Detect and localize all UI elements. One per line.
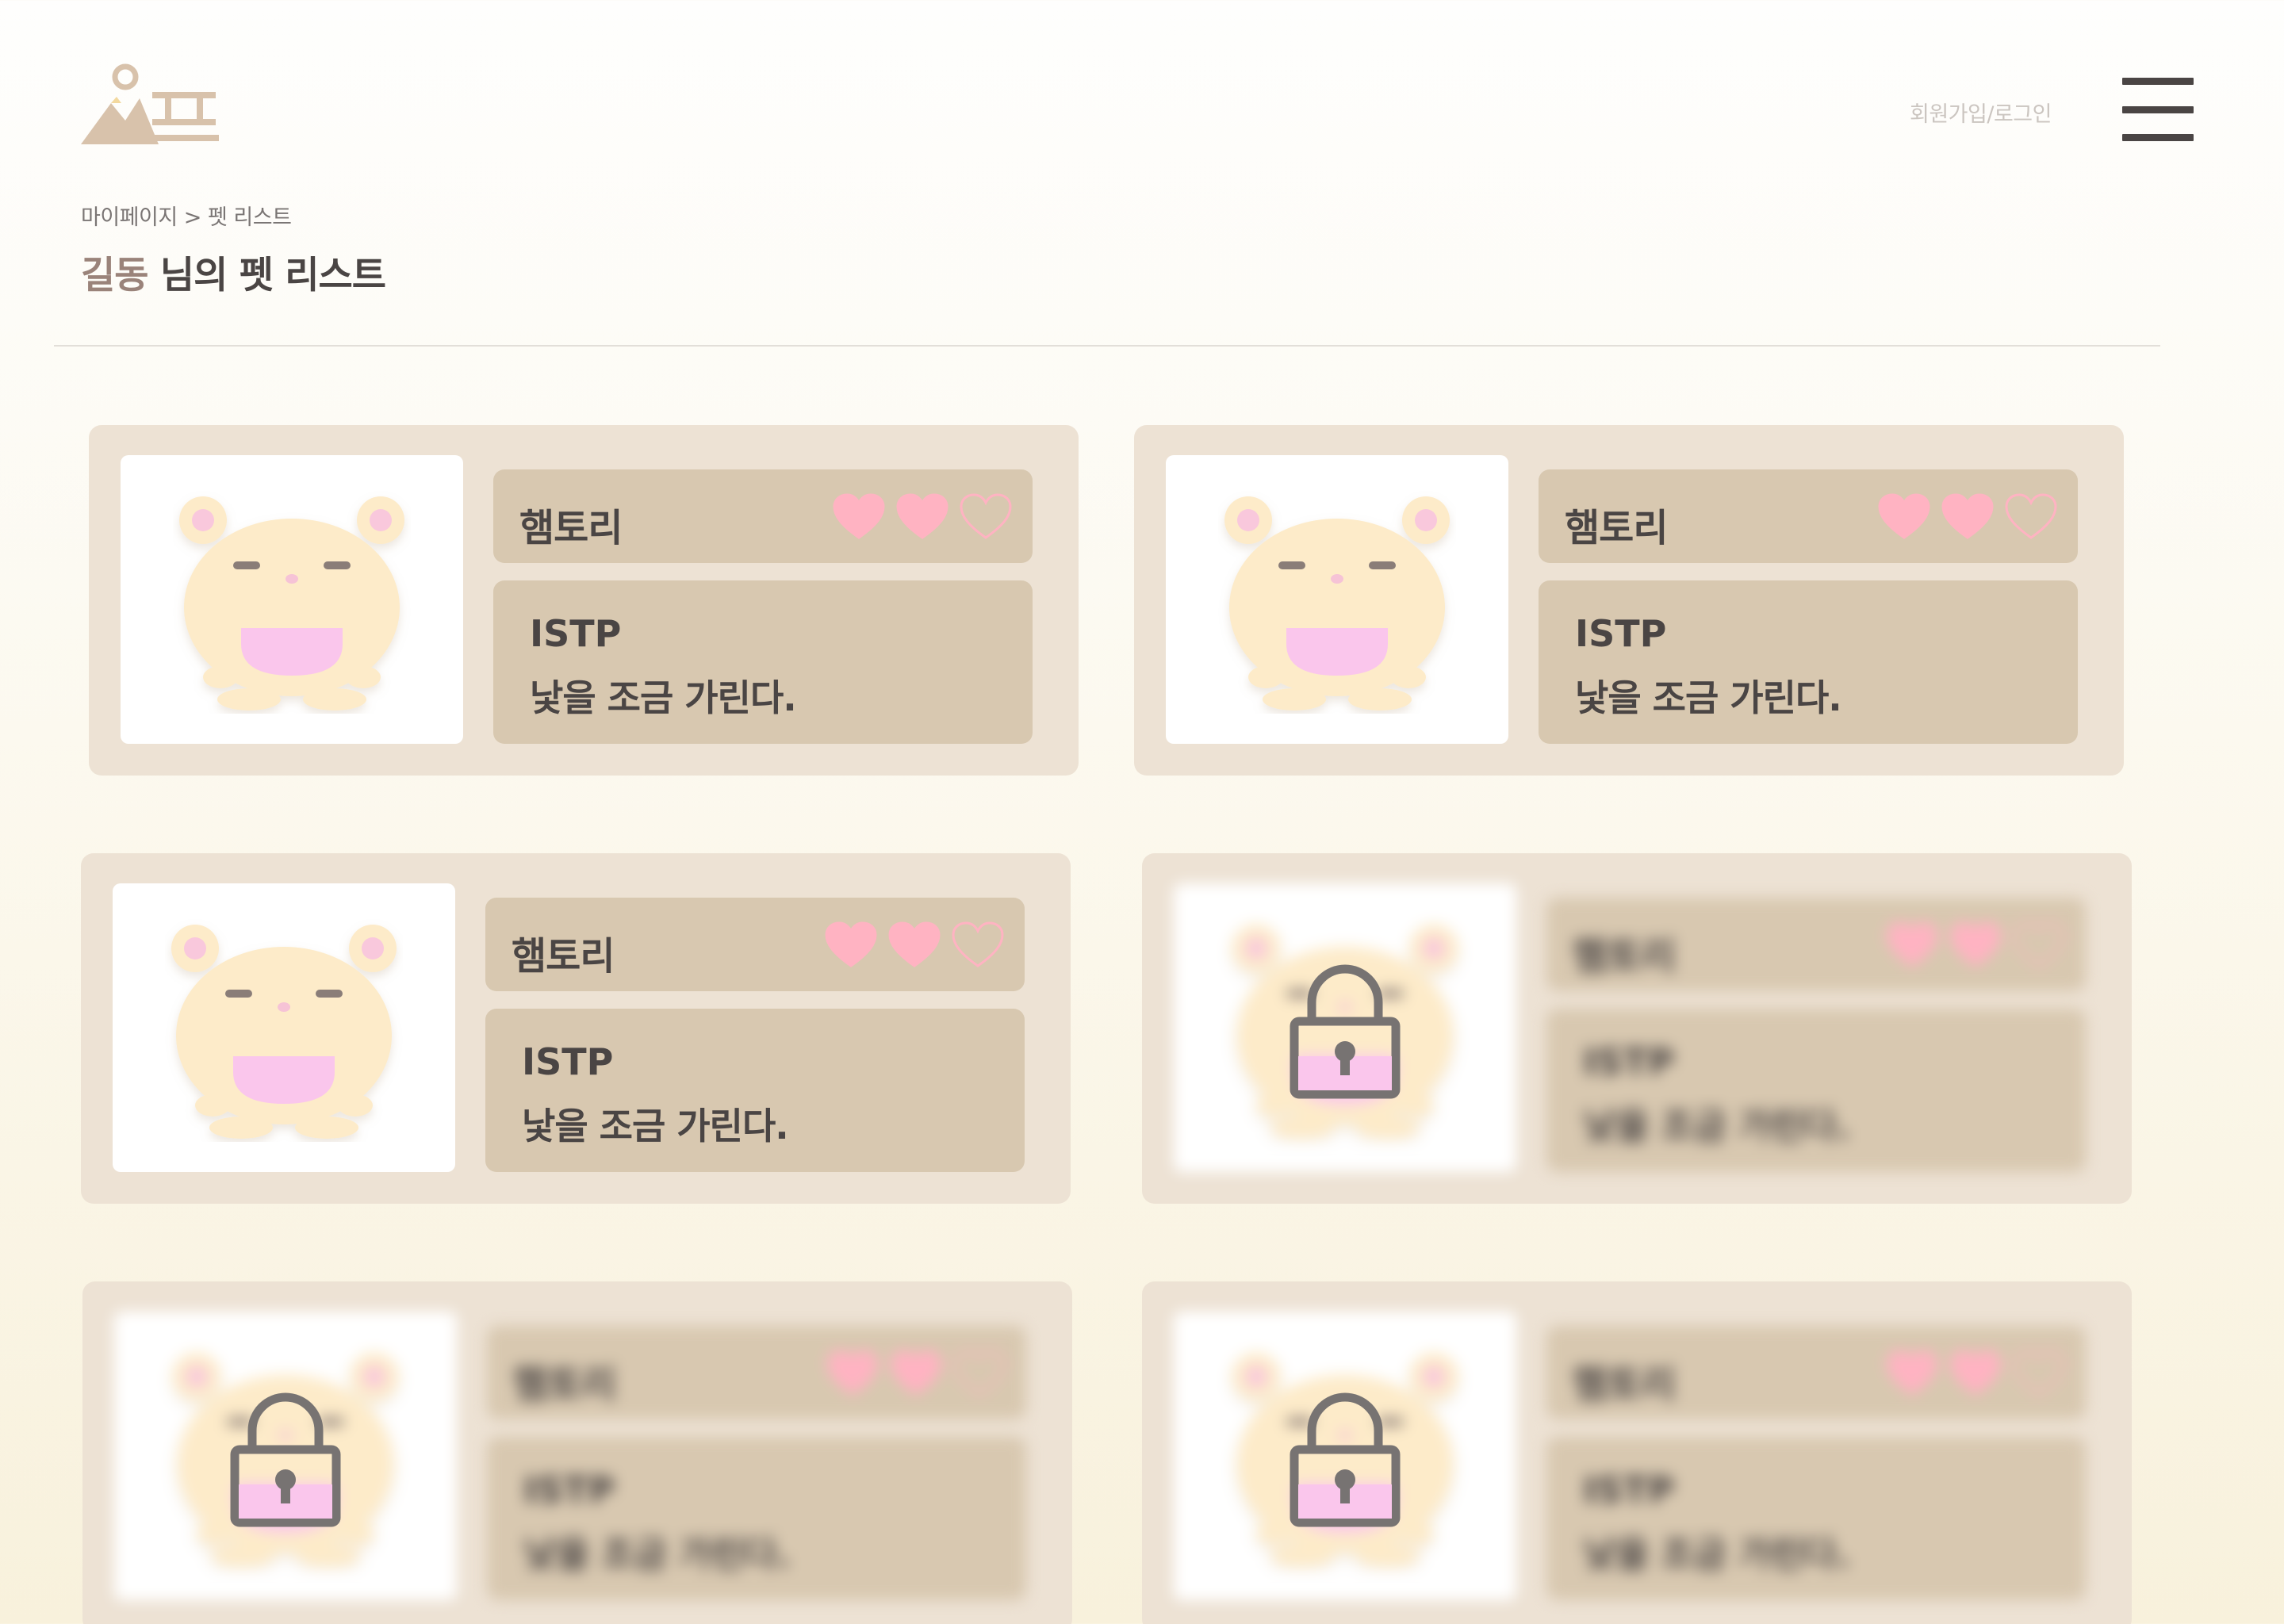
heart-filled-icon	[1941, 493, 1994, 539]
pet-mbti: ISTP	[1583, 1469, 1675, 1511]
pet-description: 낯을 조금 가린다.	[1575, 676, 1842, 719]
pet-name-box: 햄토리	[1539, 469, 2078, 563]
pet-name: 햄토리	[1573, 934, 1676, 979]
hamster-icon	[179, 496, 404, 710]
page-title-suffix: 님의 펫 리스트	[148, 254, 386, 297]
heart-filled-icon	[1886, 1350, 1938, 1396]
heart-filled-icon	[1949, 1350, 2002, 1396]
user-name: 길동	[81, 254, 148, 297]
affection-hearts	[1886, 921, 2068, 969]
heart-filled-icon	[890, 1350, 942, 1396]
heart-filled-icon	[896, 493, 948, 539]
menu-bar	[2122, 134, 2194, 141]
pet-name: 햄토리	[513, 1362, 616, 1407]
hamster-icon	[171, 925, 397, 1139]
pet-description: 낯을 조금 가린다.	[1583, 1533, 1850, 1576]
heart-empty-icon	[2005, 493, 2057, 539]
affection-hearts	[1886, 1350, 2068, 1397]
affection-hearts	[826, 1350, 1009, 1397]
menu-bar	[2122, 78, 2194, 85]
pet-thumbnail	[113, 883, 455, 1172]
heart-filled-icon	[1949, 921, 2002, 967]
heart-empty-icon	[952, 921, 1004, 967]
pet-card-locked[interactable]: 햄토리 ISTP 낯을 조금 가린다.	[1142, 1281, 2132, 1624]
pet-mbti: ISTP	[523, 1469, 615, 1511]
pet-name: 햄토리	[512, 934, 615, 979]
pet-card[interactable]: 햄토리 ISTP 낯을 조금 가린다.	[1134, 425, 2124, 776]
pet-description-box: ISTP 낯을 조금 가린다.	[1546, 1009, 2086, 1172]
heart-filled-icon	[825, 921, 877, 967]
heart-empty-icon	[960, 493, 1012, 539]
pet-name-box: 햄토리	[493, 469, 1033, 563]
pet-thumbnail	[121, 455, 463, 744]
hamburger-menu-icon[interactable]	[2122, 78, 2194, 141]
heart-filled-icon	[1878, 493, 1930, 539]
pet-name-box: 햄토리	[485, 898, 1025, 991]
heart-empty-icon	[2013, 1350, 2065, 1396]
pet-description: 낯을 조금 가린다.	[1583, 1105, 1850, 1147]
menu-bar	[2122, 106, 2194, 113]
heart-empty-icon	[953, 1350, 1006, 1396]
pet-mbti: ISTP	[1583, 1040, 1675, 1083]
breadcrumb: 마이페이지 > 펫 리스트	[81, 205, 292, 230]
pet-description-box: ISTP 낯을 조금 가린다.	[1539, 580, 2078, 744]
pet-mbti: ISTP	[530, 612, 622, 655]
pet-card[interactable]: 햄토리 ISTP 낯을 조금 가린다.	[89, 425, 1079, 776]
pet-card-locked[interactable]: 햄토리 ISTP 낯을 조금 가린다.	[82, 1281, 1072, 1624]
heart-filled-icon	[888, 921, 941, 967]
affection-hearts	[833, 493, 1015, 541]
pet-description-box: ISTP 낯을 조금 가린다.	[493, 580, 1033, 744]
pet-name-box: 햄토리	[487, 1326, 1026, 1419]
pet-description-box: ISTP 낯을 조금 가린다.	[485, 1009, 1025, 1172]
lock-icon	[1290, 1392, 1401, 1527]
pet-name: 햄토리	[1573, 1362, 1676, 1407]
divider	[54, 345, 2160, 347]
heart-filled-icon	[833, 493, 885, 539]
pet-description: 낯을 조금 가린다.	[530, 676, 797, 719]
pet-mbti: ISTP	[522, 1040, 614, 1083]
affection-hearts	[825, 921, 1007, 969]
pet-name-box: 햄토리	[1546, 898, 2086, 991]
pet-description: 낯을 조금 가린다.	[523, 1533, 791, 1576]
pet-description-box: ISTP 낯을 조금 가린다.	[1546, 1437, 2086, 1600]
pet-description-box: ISTP 낯을 조금 가린다.	[487, 1437, 1026, 1600]
heart-filled-icon	[1886, 921, 1938, 967]
lock-icon	[1290, 964, 1401, 1099]
pet-mbti: ISTP	[1575, 612, 1667, 655]
heart-empty-icon	[2013, 921, 2065, 967]
signup-login-link[interactable]: 회원가입/로그인	[1910, 97, 2052, 128]
logo-icon[interactable]	[79, 62, 222, 144]
pet-name: 햄토리	[1565, 506, 1668, 550]
pet-name: 햄토리	[519, 506, 623, 550]
pet-name-box: 햄토리	[1546, 1326, 2086, 1419]
pet-thumbnail	[1166, 455, 1508, 744]
pet-card-locked[interactable]: 햄토리 ISTP 낯을 조금 가린다.	[1142, 853, 2132, 1204]
hamster-icon	[1224, 496, 1450, 710]
affection-hearts	[1878, 493, 2060, 541]
page-title: 길동 님의 펫 리스트	[81, 244, 386, 299]
pet-card[interactable]: 햄토리 ISTP 낯을 조금 가린다.	[81, 853, 1071, 1204]
lock-icon	[230, 1392, 341, 1527]
pet-description: 낯을 조금 가린다.	[522, 1105, 789, 1147]
heart-filled-icon	[826, 1350, 879, 1396]
